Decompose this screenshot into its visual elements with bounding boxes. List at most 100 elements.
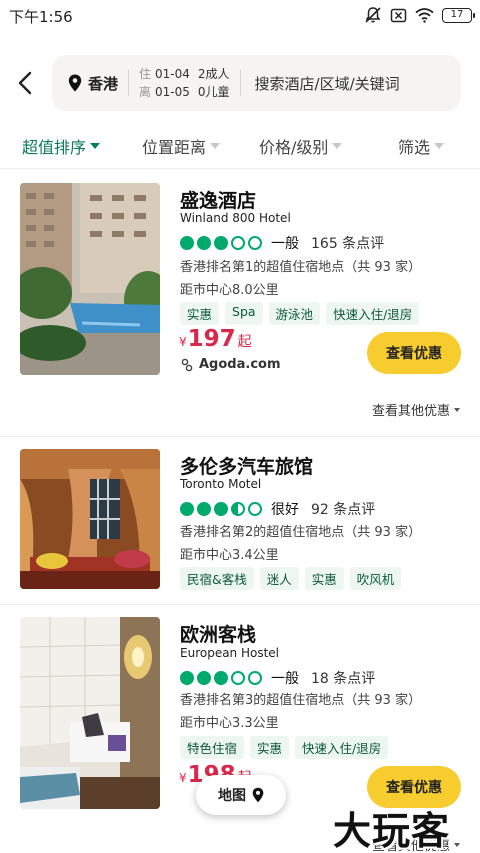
currency-symbol: ¥ bbox=[179, 771, 187, 785]
hotel-photo[interactable] bbox=[20, 449, 160, 589]
amenity-tags: 民宿&客栈 迷人 实惠 吹风机 bbox=[180, 567, 402, 590]
rating-row: 一般 165 条点评 bbox=[180, 233, 384, 253]
sim-off-icon bbox=[390, 8, 407, 22]
tab-label: 价格/级别 bbox=[259, 138, 329, 157]
hotel-photo-image bbox=[20, 617, 160, 809]
amenity-tag: 吹风机 bbox=[349, 567, 402, 590]
dropdown-triangle-icon bbox=[210, 143, 221, 149]
map-button-label: 地图 bbox=[218, 788, 246, 804]
divider bbox=[0, 604, 480, 605]
checkout-row: 离 01-05 0儿童 bbox=[139, 83, 230, 101]
city-selector[interactable]: 香港 bbox=[68, 73, 118, 94]
provider: Agoda.com bbox=[181, 357, 281, 372]
checkin-row: 住 01-04 2成人 bbox=[139, 65, 230, 83]
tab-label: 筛选 bbox=[398, 138, 431, 157]
review-count[interactable]: 18 条点评 bbox=[311, 668, 375, 688]
hotel-name[interactable]: 多伦多汽车旅馆 bbox=[180, 452, 313, 479]
checkout-date: 01-05 bbox=[155, 85, 190, 99]
rating-bubble-icon bbox=[248, 236, 262, 250]
price: ¥ 197 起 bbox=[179, 326, 252, 352]
hotel-photo[interactable] bbox=[20, 183, 160, 375]
more-deals-label: 查看其他优惠 bbox=[371, 404, 450, 419]
tab-value-sort[interactable]: 超值排序 bbox=[22, 134, 101, 158]
provider-logo-icon bbox=[181, 358, 193, 371]
search-header: 香港 住 01-04 2成人 离 01-05 0儿童 搜索酒店/区域/关键词 bbox=[0, 55, 480, 111]
rating-bubbles bbox=[180, 236, 262, 250]
hotel-name[interactable]: 盛逸酒店 bbox=[180, 186, 256, 213]
location-pin-icon bbox=[252, 787, 264, 803]
search-input[interactable]: 搜索酒店/区域/关键词 bbox=[255, 73, 400, 94]
city-name: 香港 bbox=[88, 74, 119, 93]
rating-bubble-icon bbox=[197, 502, 211, 516]
amenity-tag: 特色住宿 bbox=[180, 736, 245, 759]
hotel-photo-image bbox=[20, 183, 160, 375]
tab-label: 超值排序 bbox=[22, 138, 87, 157]
rating-bubble-icon bbox=[180, 236, 194, 250]
back-arrow-icon[interactable] bbox=[12, 69, 40, 97]
divider bbox=[0, 168, 480, 169]
map-button[interactable]: 地图 bbox=[196, 775, 286, 815]
provider-name: Agoda.com bbox=[199, 357, 281, 372]
dropdown-triangle-icon bbox=[454, 407, 460, 412]
rating-bubble-icon bbox=[214, 236, 228, 250]
rating-bubble-icon bbox=[248, 502, 262, 516]
rating-label: 一般 bbox=[271, 671, 299, 687]
distance-text: 距市中心3.4公里 bbox=[180, 548, 279, 563]
battery-icon: 17 bbox=[442, 7, 475, 23]
rating-bubble-icon bbox=[197, 236, 211, 250]
dropdown-triangle-icon bbox=[332, 143, 343, 149]
wifi-icon bbox=[415, 8, 434, 23]
tab-price-level[interactable]: 价格/级别 bbox=[259, 134, 343, 158]
hotel-photo-image bbox=[20, 449, 160, 589]
divider bbox=[239, 70, 241, 96]
hotel-name[interactable]: 欧洲客栈 bbox=[180, 620, 256, 647]
rating-label: 一般 bbox=[271, 236, 299, 252]
ranking-text: 香港排名第1的超值住宿地点（共 93 家） bbox=[180, 260, 422, 275]
hotel-english-name: European Hostel bbox=[180, 646, 280, 660]
amenity-tag: 实惠 bbox=[304, 567, 344, 590]
hotel-english-name: Toronto Motel bbox=[180, 477, 262, 491]
review-count[interactable]: 92 条点评 bbox=[311, 499, 375, 519]
rating-bubble-icon bbox=[214, 502, 228, 516]
currency-symbol: ¥ bbox=[179, 335, 187, 349]
rating-bubble-icon bbox=[231, 671, 245, 685]
hotel-english-name: Winland 800 Hotel bbox=[180, 211, 291, 225]
rating-bubble-icon bbox=[248, 671, 262, 685]
rating-bubble-icon bbox=[180, 671, 194, 685]
status-icons: 17 bbox=[364, 6, 475, 24]
checkin-date: 01-04 bbox=[155, 67, 190, 81]
rating-bubble-icon bbox=[214, 671, 228, 685]
status-time: 下午1:56 bbox=[9, 8, 73, 26]
amenity-tag: 游泳池 bbox=[268, 302, 321, 325]
hotel-photo[interactable] bbox=[20, 617, 160, 809]
divider bbox=[0, 436, 480, 437]
search-box: 香港 住 01-04 2成人 离 01-05 0儿童 搜索酒店/区域/关键词 bbox=[52, 55, 461, 111]
notifications-off-icon bbox=[365, 7, 381, 23]
rating-bubbles bbox=[180, 671, 262, 685]
filter-bar: 超值排序 位置距离 价格/级别 筛选 bbox=[0, 128, 480, 160]
amenity-tag: Spa bbox=[225, 302, 263, 325]
review-count[interactable]: 165 条点评 bbox=[311, 233, 384, 253]
view-deal-button[interactable]: 查看优惠 bbox=[367, 332, 461, 374]
amenity-tag: 迷人 bbox=[259, 567, 299, 590]
date-guest-selector[interactable]: 住 01-04 2成人 离 01-05 0儿童 bbox=[139, 65, 230, 101]
dropdown-triangle-icon bbox=[90, 143, 101, 149]
tab-location-distance[interactable]: 位置距离 bbox=[142, 134, 221, 158]
tab-filter[interactable]: 筛选 bbox=[398, 134, 445, 158]
price-value: 197 bbox=[187, 326, 236, 352]
amenity-tags: 实惠 Spa 游泳池 快速入住/退房 bbox=[180, 302, 420, 325]
price-suffix: 起 bbox=[237, 334, 252, 350]
checkin-label: 住 bbox=[139, 67, 152, 81]
amenity-tag: 快速入住/退房 bbox=[295, 736, 389, 759]
more-deals-link[interactable]: 查看其他优惠 bbox=[372, 400, 460, 419]
dropdown-triangle-icon bbox=[434, 143, 445, 149]
amenity-tag: 实惠 bbox=[250, 736, 290, 759]
hotel-card[interactable]: 多伦多汽车旅馆 Toronto Motel 很好 92 条点评 香港排名第2的超… bbox=[0, 449, 480, 594]
rating-bubble-icon bbox=[180, 502, 194, 516]
hotel-card[interactable]: 盛逸酒店 Winland 800 Hotel 一般 165 条点评 香港排名第1… bbox=[0, 183, 480, 433]
rating-bubble-icon bbox=[197, 671, 211, 685]
rating-row: 一般 18 条点评 bbox=[180, 668, 375, 688]
amenity-tag: 民宿&客栈 bbox=[180, 567, 254, 590]
tab-label: 位置距离 bbox=[142, 138, 207, 157]
amenity-tag: 实惠 bbox=[180, 302, 220, 325]
